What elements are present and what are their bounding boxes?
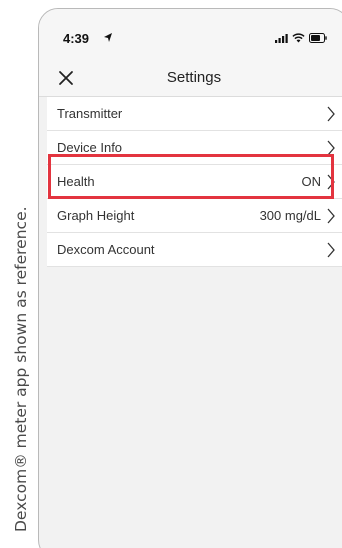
status-bar: 4:39 bbox=[39, 9, 342, 59]
phone-screen: 4:39 Settings Transmitter Device Info He… bbox=[38, 8, 342, 548]
status-time: 4:39 bbox=[63, 31, 90, 46]
settings-row-dexcom-account[interactable]: Dexcom Account bbox=[47, 233, 342, 267]
chevron-right-icon bbox=[327, 140, 335, 156]
settings-row-transmitter[interactable]: Transmitter bbox=[47, 97, 342, 131]
cellular-signal-icon bbox=[275, 34, 288, 43]
location-arrow-icon bbox=[104, 33, 112, 42]
row-label: Transmitter bbox=[57, 106, 123, 121]
settings-row-health[interactable]: Health ON bbox=[47, 165, 342, 199]
row-value: 300 mg/dL bbox=[259, 208, 321, 223]
chevron-right-icon bbox=[327, 174, 335, 190]
row-label: Device Info bbox=[57, 140, 123, 155]
row-label: Dexcom Account bbox=[57, 242, 155, 257]
wifi-icon bbox=[292, 33, 305, 43]
row-value: ON bbox=[301, 174, 322, 189]
chevron-right-icon bbox=[327, 242, 335, 258]
chevron-right-icon bbox=[327, 106, 335, 122]
settings-row-device-info[interactable]: Device Info bbox=[47, 131, 342, 165]
reference-caption: Dexcom® meter app shown as reference. bbox=[12, 206, 30, 532]
row-label: Graph Height bbox=[57, 208, 135, 223]
settings-list: Transmitter Device Info Health ON Graph … bbox=[47, 97, 342, 267]
row-label: Health bbox=[57, 174, 95, 189]
battery-icon bbox=[309, 33, 327, 43]
page-title: Settings bbox=[166, 69, 222, 86]
chevron-right-icon bbox=[327, 208, 335, 224]
nav-bar: Settings bbox=[39, 59, 342, 97]
settings-row-graph-height[interactable]: Graph Height 300 mg/dL bbox=[47, 199, 342, 233]
